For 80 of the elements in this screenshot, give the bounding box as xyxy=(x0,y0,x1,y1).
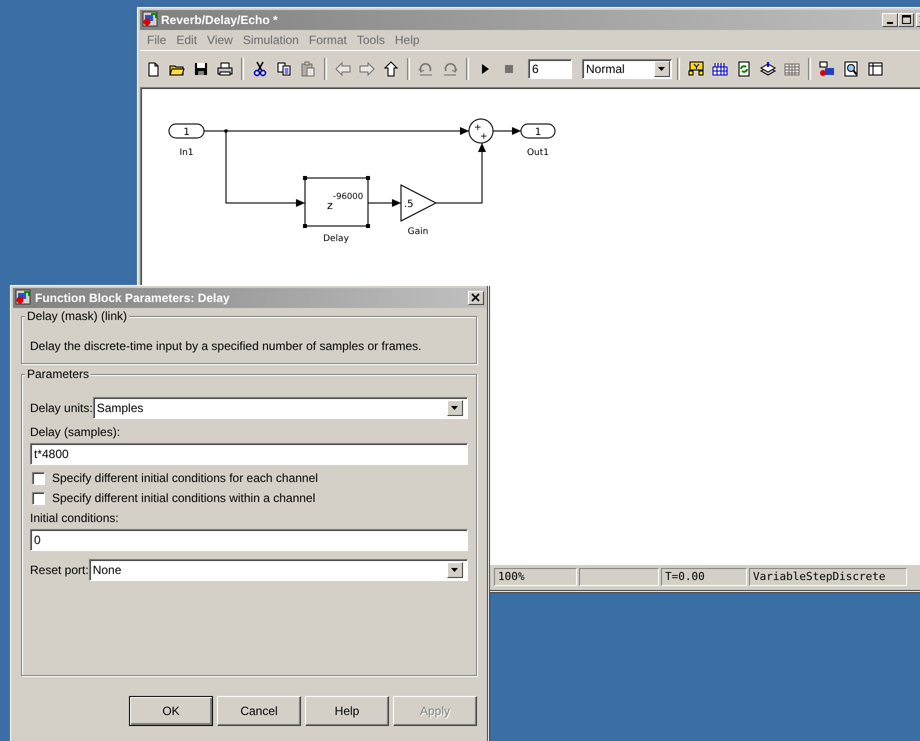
dropdown-arrow-icon xyxy=(658,66,666,72)
grid-icon xyxy=(784,61,800,77)
status-text: T=0.00 xyxy=(661,568,747,586)
right-arrow-icon xyxy=(359,61,375,77)
printer-icon xyxy=(217,61,233,77)
block-label: Gain xyxy=(408,227,428,237)
stop-time-field[interactable]: 6 xyxy=(528,59,572,79)
dropdown-arrow-icon xyxy=(451,406,459,410)
blocks-icon xyxy=(712,61,728,77)
branch-point xyxy=(224,129,228,133)
table-icon xyxy=(867,61,883,77)
up-arrow-icon xyxy=(383,61,399,77)
magnifier-icon xyxy=(843,61,859,77)
refresh-icon xyxy=(736,61,752,77)
menu-item[interactable]: Simulation xyxy=(238,33,304,47)
minimize-icon xyxy=(887,22,893,24)
menu-item[interactable]: Format xyxy=(304,33,352,47)
delay-exponent: -96000 xyxy=(333,192,364,202)
field-label: Initial conditions: xyxy=(30,511,120,525)
block-label: Out1 xyxy=(526,148,550,158)
block-label: Delay xyxy=(323,234,349,244)
signal-line xyxy=(368,199,402,207)
window-title: Reverb/Delay/Echo * xyxy=(161,13,279,27)
menu-item[interactable]: Help xyxy=(390,33,425,47)
dialog-button[interactable]: Cancel xyxy=(217,696,301,726)
group-label: Delay (mask) (link) xyxy=(25,309,130,323)
menu-item[interactable]: Tools xyxy=(352,33,390,47)
block-library-icon xyxy=(688,61,704,77)
dropdown-field[interactable]: None xyxy=(88,559,468,581)
clipboard-icon xyxy=(300,61,316,77)
port-number: 1 xyxy=(534,127,542,138)
left-arrow-icon xyxy=(335,61,351,77)
menu-item[interactable]: File xyxy=(142,33,172,47)
undo-icon xyxy=(418,61,434,77)
field-label: Reset port: xyxy=(30,563,89,577)
signal-line xyxy=(492,127,522,135)
description-text: Delay the discrete-time input by a specified number of samples or frames. xyxy=(30,339,423,353)
status-text: 100% xyxy=(494,568,577,586)
maximize-button[interactable] xyxy=(898,13,914,27)
input-field[interactable]: 0 xyxy=(30,529,468,551)
inport-block[interactable] xyxy=(168,124,204,138)
maximize-icon xyxy=(901,15,911,25)
dropdown-field[interactable]: Samples xyxy=(92,397,468,419)
field-label: Delay units: xyxy=(30,401,93,415)
mode-dropdown[interactable]: Normal xyxy=(582,59,672,79)
copy-icon xyxy=(276,61,292,77)
port-number: 1 xyxy=(183,127,190,138)
sum-block[interactable] xyxy=(468,118,494,144)
hierarchy-icon xyxy=(819,61,835,77)
layers-icon xyxy=(760,61,776,77)
sum-sign: + xyxy=(480,132,488,142)
dropdown-arrow-icon xyxy=(451,568,459,572)
input-field[interactable]: t*4800 xyxy=(30,443,468,465)
field-label: Delay (samples): xyxy=(30,425,122,439)
minimize-button[interactable] xyxy=(882,13,898,27)
delay-symbol: z xyxy=(327,199,333,212)
menu-item[interactable]: Edit xyxy=(171,33,202,47)
sum-sign: + xyxy=(474,123,482,133)
app-icon xyxy=(142,10,158,26)
checkbox-label: Specify different initial conditions for each channel xyxy=(52,471,318,485)
gain-value: .5 xyxy=(404,199,414,210)
outport-block[interactable] xyxy=(520,124,556,138)
app-icon xyxy=(15,288,31,304)
delay-block[interactable] xyxy=(303,176,370,228)
checkbox-label: Specify different initial conditions within a channel xyxy=(52,491,316,505)
dialog-button[interactable]: Help xyxy=(305,696,389,726)
checkbox[interactable] xyxy=(32,492,45,504)
menu-item[interactable]: View xyxy=(202,33,238,47)
checkbox[interactable] xyxy=(32,472,45,484)
group-label: Parameters xyxy=(25,367,92,381)
scissors-icon xyxy=(252,61,268,77)
status-text: VariableStepDiscrete xyxy=(749,568,907,586)
gain-block[interactable] xyxy=(400,184,438,222)
signal-line xyxy=(436,142,486,204)
redo-icon xyxy=(442,61,458,77)
dialog-title: Function Block Parameters: Delay xyxy=(35,291,231,305)
close-icon xyxy=(471,293,481,303)
block-label: In1 xyxy=(179,148,194,158)
dialog-button[interactable]: OK xyxy=(129,696,213,726)
close-button[interactable] xyxy=(468,291,484,305)
